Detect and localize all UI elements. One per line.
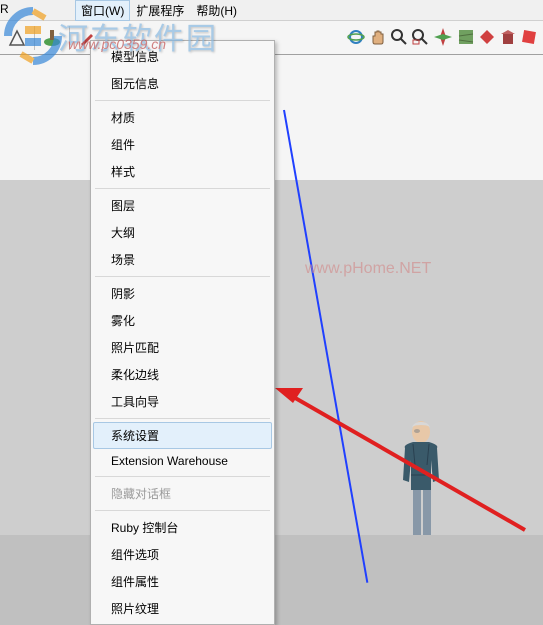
menu-item-scenes[interactable]: 场景 (93, 246, 272, 273)
toolbar-right (346, 21, 543, 55)
window-menu-dropdown: 模型信息 图元信息 材质 组件 样式 图层 大纲 场景 阴影 雾化 照片匹配 柔… (90, 40, 275, 625)
human-figure (383, 420, 453, 535)
pan-icon[interactable] (369, 28, 387, 49)
menu-item-instructor[interactable]: 工具向导 (93, 388, 272, 415)
watermark-url: www.pc0359.cn (68, 36, 166, 52)
map-icon[interactable] (457, 28, 475, 49)
menu-item-layers[interactable]: 图层 (93, 192, 272, 219)
menu-item-extension-warehouse[interactable]: Extension Warehouse (93, 449, 272, 473)
menu-item-preferences[interactable]: 系统设置 (93, 422, 272, 449)
menu-item-soften-edges[interactable]: 柔化边线 (93, 361, 272, 388)
menu-item-ruby-console[interactable]: Ruby 控制台 (93, 514, 272, 541)
building-icon[interactable] (499, 28, 517, 49)
menu-item-photo-textures[interactable]: 照片纹理 (93, 595, 272, 622)
menu-item-materials[interactable]: 材质 (93, 104, 272, 131)
watermark-phome: www.pHome.NET (305, 260, 431, 278)
separator (95, 476, 270, 477)
menu-item-component-attributes[interactable]: 组件属性 (93, 568, 272, 595)
separator (95, 510, 270, 511)
watermark-logo: 河东软件园 www.pc0359.cn (3, 6, 218, 66)
logo-icon (3, 6, 63, 66)
menu-item-components[interactable]: 组件 (93, 131, 272, 158)
menu-item-fog[interactable]: 雾化 (93, 307, 272, 334)
menu-item-match-photo[interactable]: 照片匹配 (93, 334, 272, 361)
red-tool-icon[interactable] (478, 28, 496, 49)
separator (95, 418, 270, 419)
separator (95, 188, 270, 189)
separator (95, 100, 270, 101)
zoom-icon[interactable] (390, 28, 408, 49)
menu-item-component-options[interactable]: 组件选项 (93, 541, 272, 568)
compass-icon[interactable] (432, 26, 454, 51)
menu-item-hide-dialogs: 隐藏对话框 (93, 480, 272, 507)
zoom-window-icon[interactable] (411, 28, 429, 49)
menu-item-shadows[interactable]: 阴影 (93, 280, 272, 307)
menu-item-styles[interactable]: 样式 (93, 158, 272, 185)
red-shape-icon[interactable] (520, 28, 538, 49)
menu-item-entity-info[interactable]: 图元信息 (93, 70, 272, 97)
separator (95, 276, 270, 277)
orbit-icon[interactable] (346, 27, 366, 50)
menu-item-outliner[interactable]: 大纲 (93, 219, 272, 246)
